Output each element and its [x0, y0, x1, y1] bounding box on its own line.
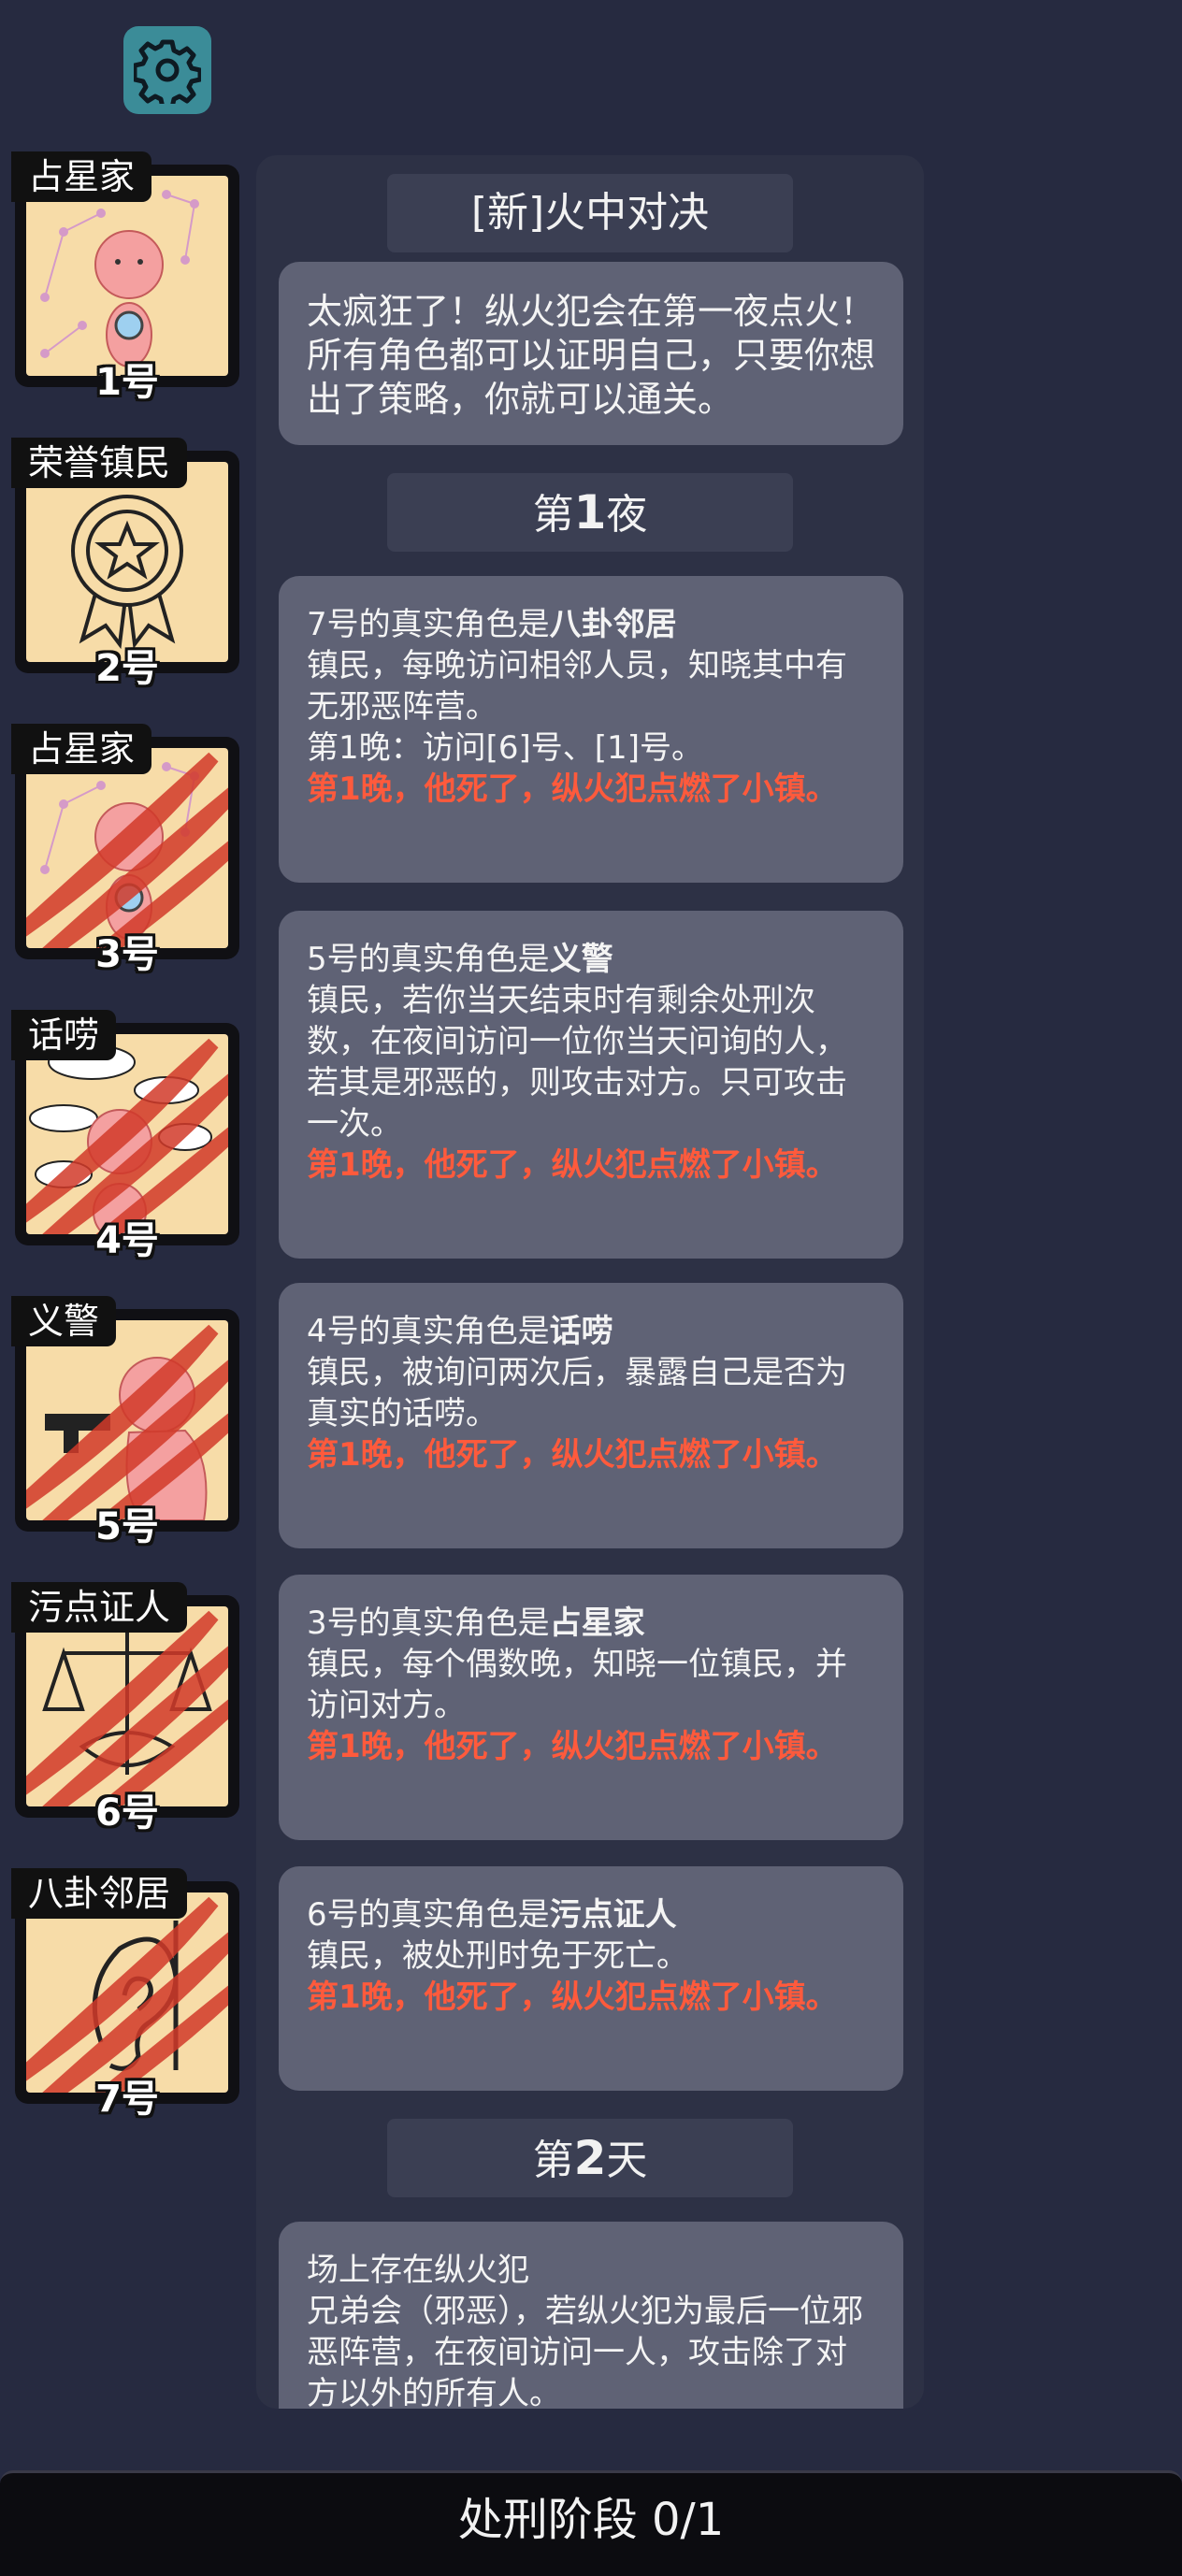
entry-role: 污点证人: [549, 1896, 677, 1934]
player-number: 2号: [95, 647, 159, 690]
day2-desc: 兄弟会（邪恶），若纵火犯为最后一位邪恶阵营，在夜间访问一人，攻击除了对方以外的所…: [307, 2293, 863, 2409]
role-name: 污点证人: [11, 1582, 188, 1633]
role-card-1[interactable]: 占星家 1号: [11, 151, 243, 404]
role-card-5[interactable]: 义警 5号: [11, 1296, 243, 1548]
role-name: 八卦邻居: [11, 1868, 188, 1919]
chatter-art: [26, 1034, 228, 1234]
entry-extra: 第1晚：访问[6]号、[1]号。: [307, 729, 703, 767]
night-1-header: 第1夜: [387, 473, 793, 552]
log-entry-3: 4号的真实角色是话唠 镇民，被询问两次后，暴露自己是否为真实的话唠。 第1晚，他…: [279, 1283, 903, 1548]
entry-head: 3号的真实角色是: [307, 1605, 550, 1642]
entry-death: 第1晚，他死了，纵火犯点燃了小镇。: [307, 1728, 838, 1765]
entry-death: 第1晚，他死了，纵火犯点燃了小镇。: [307, 1436, 838, 1474]
role-name: 荣誉镇民: [11, 438, 188, 488]
vigilante-art: [26, 1320, 228, 1520]
claw-marks: [26, 1896, 228, 2093]
player-number: 1号: [95, 361, 159, 404]
role-card-3[interactable]: 占星家 3号: [11, 724, 243, 976]
log-entry-1: 7号的真实角色是八卦邻居 镇民，每晚访问相邻人员，知晓其中有无邪恶阵营。 第1晚…: [279, 576, 903, 883]
astrologer-art: [26, 748, 228, 948]
day-prefix: 第: [532, 2137, 574, 2184]
player-number: 6号: [95, 1792, 159, 1835]
entry-death: 第1晚，他死了，纵火犯点燃了小镇。: [307, 1146, 838, 1184]
role-name: 占星家: [11, 151, 152, 202]
night-suffix: 夜: [606, 491, 648, 539]
log-entry-2: 5号的真实角色是义警 镇民，若你当天结束时有剩余处刑次数，在夜间访问一位你当天问…: [279, 911, 903, 1259]
role-card-6[interactable]: 污点证人 6号: [11, 1582, 243, 1835]
role-card-4[interactable]: 话唠 4号: [11, 1010, 243, 1262]
settings-button[interactable]: [123, 26, 211, 114]
role-name: 占星家: [11, 724, 152, 774]
player-number: 7号: [95, 2078, 159, 2121]
day-2-message: 场上存在纵火犯 兄弟会（邪恶），若纵火犯为最后一位邪恶阵营，在夜间访问一人，攻击…: [279, 2222, 903, 2409]
entry-role: 话唠: [549, 1313, 613, 1350]
entry-head: 7号的真实角色是: [307, 606, 550, 643]
ear-art: [26, 1892, 228, 2093]
player-number: 3号: [95, 933, 159, 976]
player-number: 5号: [95, 1505, 159, 1548]
day-number: 2: [573, 2131, 607, 2185]
entry-death: 第1晚，他死了，纵火犯点燃了小镇。: [307, 770, 838, 808]
scenario-title: [新]火中对决: [387, 174, 793, 252]
entry-desc: 镇民，被处刑时免于死亡。: [307, 1937, 688, 1975]
night-prefix: 第: [532, 491, 574, 539]
role-card-7[interactable]: 八卦邻居 7号: [11, 1868, 243, 2121]
log-entry-4: 3号的真实角色是占星家 镇民，每个偶数晚，知晓一位镇民，并访问对方。 第1晚，他…: [279, 1575, 903, 1840]
execution-phase-button[interactable]: 处刑阶段 0/1: [0, 2470, 1182, 2576]
player-number: 4号: [95, 1219, 159, 1262]
role-card-2[interactable]: 荣誉镇民 2号: [11, 438, 243, 690]
medal-art: [26, 462, 228, 662]
execution-phase-label: 处刑阶段 0/1: [457, 2494, 725, 2546]
role-name: 话唠: [11, 1010, 117, 1060]
entry-death: 第1晚，他死了，纵火犯点燃了小镇。: [307, 1979, 838, 2016]
entry-desc: 镇民，每个偶数晚，知晓一位镇民，并访问对方。: [307, 1646, 847, 1724]
entry-head: 5号的真实角色是: [307, 941, 550, 978]
entry-head: 6号的真实角色是: [307, 1896, 550, 1934]
day-2-header: 第2天: [387, 2119, 793, 2197]
entry-role: 占星家: [549, 1605, 645, 1642]
day2-title: 场上存在纵火犯: [307, 2252, 529, 2289]
entry-role: 八卦邻居: [549, 606, 677, 643]
gear-icon: [134, 39, 201, 104]
day-suffix: 天: [606, 2137, 648, 2184]
witness-art: [26, 1606, 228, 1806]
intro-message: 太疯狂了！纵火犯会在第一夜点火！所有角色都可以证明自己，只要你想出了策略，你就可…: [279, 262, 903, 445]
night-number: 1: [573, 485, 607, 540]
game-log-panel[interactable]: [新]火中对决 太疯狂了！纵火犯会在第一夜点火！所有角色都可以证明自己，只要你想…: [256, 155, 924, 2409]
entry-desc: 镇民，每晚访问相邻人员，知晓其中有无邪恶阵营。: [307, 647, 847, 726]
intro-text: 太疯狂了！纵火犯会在第一夜点火！所有角色都可以证明自己，只要你想出了策略，你就可…: [307, 291, 876, 420]
entry-head: 4号的真实角色是: [307, 1313, 550, 1350]
entry-desc: 镇民，若你当天结束时有剩余处刑次数，在夜间访问一位你当天问询的人，若其是邪恶的，…: [307, 982, 847, 1143]
astrologer-art: [26, 176, 228, 376]
entry-desc: 镇民，被询问两次后，暴露自己是否为真实的话唠。: [307, 1354, 847, 1432]
role-name: 义警: [11, 1296, 117, 1346]
entry-role: 义警: [549, 941, 613, 978]
log-entry-5: 6号的真实角色是污点证人 镇民，被处刑时免于死亡。 第1晚，他死了，纵火犯点燃了…: [279, 1866, 903, 2091]
